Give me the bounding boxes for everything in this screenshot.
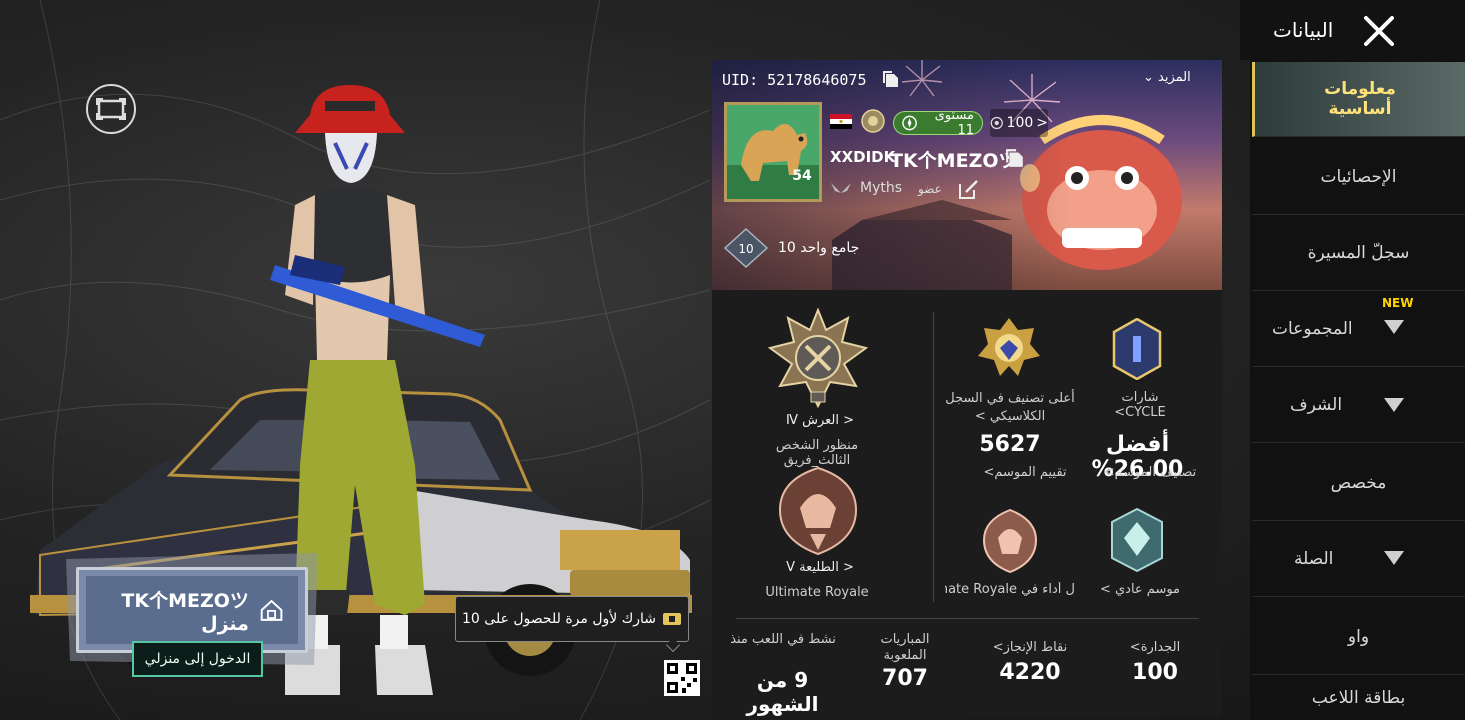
sidebar-item-label: سجلّ المسيرة — [1307, 243, 1410, 263]
copy-icon[interactable] — [882, 70, 900, 88]
chevron-down-icon: ⌄ — [1143, 70, 1154, 85]
achievement-points-value: 4220 — [999, 660, 1061, 685]
sidebar-item-career[interactable]: سجلّ المسيرة — [1252, 216, 1465, 291]
best-performance-label: ل أداء في Ultimate Royale — [945, 582, 1075, 597]
sidebar-item-label: الإحصائيات — [1320, 167, 1397, 187]
sidebar-item-label: مخصص — [1330, 473, 1387, 493]
collector-badge-icon: 10 — [724, 228, 768, 268]
divider — [933, 312, 934, 602]
popularity-value: 100 — [1006, 115, 1034, 131]
house-icon — [260, 599, 283, 621]
crew-name: Myths — [860, 180, 903, 196]
page-title: البيانات — [1273, 18, 1334, 42]
matches-played-label: المباريات الملعوبة — [880, 632, 930, 663]
sidebar-item-label: الشرف — [1290, 395, 1343, 415]
season-rank-link[interactable]: تصنيف الموسم> — [1095, 465, 1205, 480]
sidebar-item-relations[interactable]: الصلة — [1252, 522, 1465, 597]
popularity-box[interactable]: 100 > — [990, 109, 1048, 137]
top-classic-rank-link[interactable]: أعلى تصنيف في السجل الكلاسيكي > — [945, 390, 1075, 426]
sidebar-item-custom[interactable]: مخصص — [1252, 446, 1465, 521]
sidebar-item-player-card[interactable]: بطاقة اللاعب — [1252, 676, 1465, 720]
vanguard-rank-icon[interactable] — [776, 466, 860, 556]
merit-value: 100 — [1132, 660, 1178, 685]
share-reward-text: شارك لأول مرة للحصول على 10 — [462, 611, 656, 627]
more-dropdown[interactable]: المزيد ⌄ — [1143, 70, 1191, 85]
uid-row: UID: 52178646075 — [722, 70, 900, 89]
classic-rank-crown-icon[interactable] — [976, 316, 1042, 382]
wings-icon — [831, 183, 851, 193]
sidebar-item-collections[interactable]: المجموعات — [1252, 292, 1465, 367]
avatar-level: 54 — [792, 168, 812, 184]
crew-role: عضو — [918, 182, 942, 196]
achievement-points-link[interactable]: نقاط الإنجاز> — [980, 640, 1080, 655]
qr-code-icon[interactable] — [664, 660, 700, 696]
normal-season-icon[interactable] — [1110, 508, 1164, 572]
compass-icon — [902, 115, 917, 131]
vanguard-rank-link[interactable]: < الطليعة Ⅴ — [760, 560, 880, 575]
player-name: TK个MEZOツ — [890, 150, 1018, 172]
ultimate-royale-label: Ultimate Royale — [765, 585, 869, 600]
active-since-value: 9 من الشهور — [746, 668, 819, 716]
normal-season-link[interactable]: موسم عادي > — [1095, 582, 1185, 597]
ticket-icon — [663, 613, 681, 625]
level-text: مستوى 11 — [934, 108, 974, 138]
divider — [736, 618, 1199, 619]
cycle-badge-icon[interactable] — [1112, 318, 1162, 380]
egypt-flag-icon — [830, 114, 852, 129]
crest-icon — [861, 109, 885, 133]
merit-link[interactable]: الجدارة> — [1115, 640, 1195, 655]
close-icon[interactable] — [1362, 14, 1396, 48]
sidebar-item-label: معلومات أساسية — [1324, 79, 1396, 119]
more-label: المزيد — [1158, 70, 1191, 85]
sidebar-item-wow[interactable]: واو — [1252, 600, 1465, 675]
collector-text: جامع واحد 10 — [778, 240, 860, 256]
crew-row[interactable]: Myths — [830, 180, 902, 196]
expand-arrow-icon[interactable] — [1384, 398, 1404, 412]
expand-arrow-icon[interactable] — [1384, 320, 1404, 334]
home-plate[interactable]: TK个MEZOツ منزل — [86, 576, 298, 644]
popularity-icon — [990, 116, 1003, 130]
sidebar-item-label: الصلة — [1294, 549, 1334, 569]
copy-name-icon[interactable] — [1005, 148, 1025, 168]
clan-tag: XXDIDK — [830, 148, 896, 166]
ultimate-rank-icon[interactable] — [980, 508, 1040, 574]
enter-home-button[interactable]: الدخول إلى منزلي — [132, 641, 263, 677]
matches-played-value: 707 — [882, 666, 928, 691]
collector-row[interactable]: جامع واحد 10 10 — [724, 228, 859, 268]
screenshot-mode-button[interactable] — [86, 84, 136, 134]
sidebar-item-basic-info[interactable]: معلومات أساسية — [1252, 62, 1465, 137]
frame-icon — [96, 98, 126, 120]
season-rating-value: 5627 — [979, 432, 1041, 457]
sidebar-item-statistics[interactable]: الإحصائيات — [1252, 140, 1465, 215]
edit-icon[interactable] — [958, 178, 980, 200]
sidebar-item-honor[interactable]: الشرف — [1252, 368, 1465, 443]
svg-text:10: 10 — [738, 242, 753, 256]
chevron-right-icon: > — [1036, 115, 1048, 131]
throne-rank-link[interactable]: < العرش Ⅳ — [760, 413, 880, 428]
uid-text: UID: 52178646075 — [722, 71, 867, 89]
home-name: TK个MEZOツ منزل — [121, 589, 249, 635]
sidebar-item-label: المجموعات — [1272, 319, 1353, 339]
share-reward-tooltip[interactable]: شارك لأول مرة للحصول على 10 — [455, 596, 689, 642]
sidebar-item-label: بطاقة اللاعب — [1311, 688, 1406, 708]
cycle-badges-link[interactable]: شارات CYCLE> — [1095, 390, 1185, 420]
sidebar-item-label: واو — [1347, 627, 1370, 647]
season-rating-link[interactable]: تقييم الموسم> — [970, 465, 1080, 480]
throne-rank-icon[interactable] — [768, 308, 868, 408]
active-since-label: نشط في اللعب منذ — [730, 632, 836, 647]
level-pill: مستوى 11 — [893, 108, 983, 138]
tpp-squad-label: منظور الشخص الثالث_فريق — [775, 438, 859, 468]
new-badge: NEW — [1382, 296, 1414, 310]
expand-arrow-icon[interactable] — [1384, 551, 1404, 565]
